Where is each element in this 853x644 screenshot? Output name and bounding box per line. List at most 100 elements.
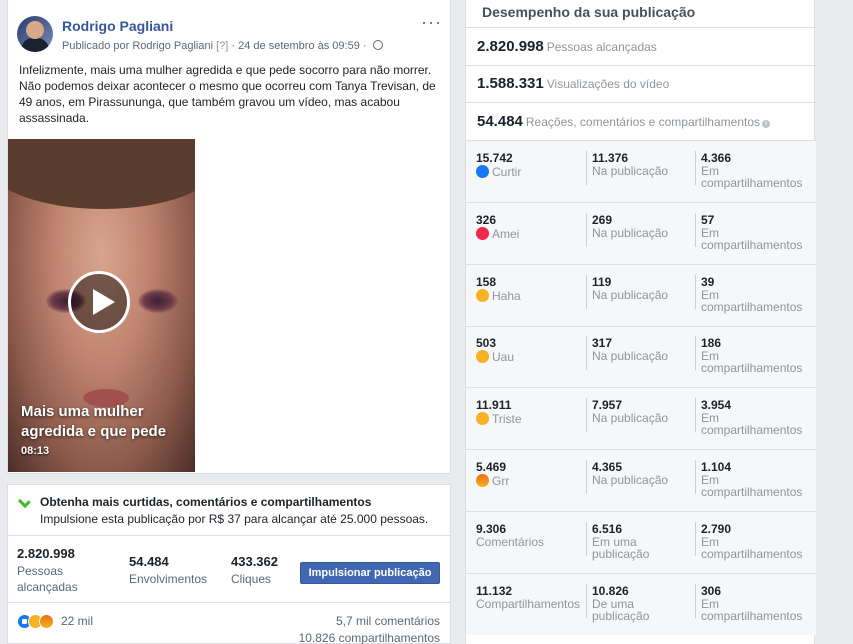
checkmark-icon [17,495,31,509]
reaction-name-row: Amei [476,226,581,241]
in-shares-label-2: compartilhamentos [701,361,803,376]
engagement-label: Reações, comentários e compartilhamentos [525,115,761,129]
video-player[interactable]: Mais uma mulher agredida e que pede 08:1… [8,139,195,472]
reaction-total: 503 [476,336,497,351]
views-label: Visualizações do vídeo [546,77,670,91]
in-shares-label-2: compartilhamentos [701,546,803,561]
reaction-total-cell: 15.742 Curtir [476,151,581,178]
reach-label: Pessoas alcançadas [546,40,657,54]
views-stat: 1.588.331 Visualizações do vídeo [477,75,669,92]
reaction-name-row: Compartilhamentos [476,598,581,610]
in-shares-label: Em [701,534,719,549]
reach-stat: 2.820.998 Pessoas alcançadas [477,38,657,55]
column-divider [695,583,696,618]
info-icon[interactable]: i [762,120,771,128]
divider [466,27,816,28]
divider [466,102,816,103]
in-shares-value: 1.104 [701,460,732,474]
on-post-cell: 10.826 De uma publicação [592,584,697,622]
post-text: Infelizmente, mais uma mulher agredida e… [19,63,436,125]
reaction-total: 15.742 [476,151,513,165]
column-divider [695,212,696,247]
promo-subtitle: Impulsione esta publicação por R$ 37 par… [40,512,429,526]
on-post-label: Na publicação [592,287,669,302]
reaction-name-row: Curtir [476,165,581,178]
reactions-breakdown: 15.742 Curtir 11.376 Na publicação 4.366 Em co… [466,141,816,635]
video-thumbnail-eye [138,289,178,313]
divider [466,65,816,66]
kpi-clicks-value: 433.362 [231,554,278,569]
reaction-total-cell: 503 Uau [476,336,581,365]
column-divider [695,336,696,371]
column-divider [695,151,696,185]
love-icon [476,226,489,240]
reaction-total: 5.469 [476,460,507,474]
boost-post-button[interactable]: Impulsionar publicação [300,562,440,584]
row-divider [466,325,816,327]
promo-title: Obtenha mais curtidas, comentários e com… [40,495,372,509]
on-post-label: Na publicação [592,411,669,426]
views-value: 1.588.331 [477,75,544,92]
reaction-total: 158 [476,274,497,289]
meta-help[interactable]: [?] [216,40,228,52]
comments-count[interactable]: 5,7 mil comentários [336,614,440,628]
angry-icon [39,614,54,629]
shares-count[interactable]: 10.826 compartilhamentos [299,631,440,644]
in-shares-label: Em [701,225,719,240]
on-post-cell: 119 Na publicação [592,275,697,301]
reaction-name: Triste [492,412,522,427]
on-post-value: 7.957 [592,398,623,413]
in-shares-cell: 39 Em compartilhamentos [701,275,806,313]
author-name[interactable]: Rodrigo Pagliani [62,18,173,34]
divider [7,602,451,603]
engagement-value: 54.484 [477,113,523,130]
on-post-label: Em uma [592,534,637,549]
on-post-cell: 4.365 Na publicação [592,460,697,486]
in-shares-label-2: compartilhamentos [701,299,803,314]
reaction-name: Compartilhamentos [476,596,581,611]
in-shares-value: 4.366 [701,151,732,165]
reaction-total: 11.911 [476,398,512,413]
reaction-name: Uau [492,350,515,365]
divider [7,535,451,536]
in-shares-cell: 1.104 Em compartilhamentos [701,460,806,498]
reaction-total-cell: 11.911 Triste [476,398,581,427]
column-divider [586,583,587,618]
reactions-count[interactable]: 22 mil [61,614,93,628]
post-meta: Publicado por Rodrigo Pagliani [?] · 24 … [62,40,383,52]
column-divider [586,336,587,371]
author-avatar[interactable] [17,16,53,52]
reaction-total: 11.132 [476,583,513,598]
reaction-name-row: Uau [476,350,581,365]
video-duration: 08:13 [21,445,50,457]
reaction-total-cell: 9.306 Comentários [476,522,581,548]
on-post-label-2: publicação [592,546,650,561]
reaction-name-row: Grr [476,474,581,487]
sad-icon [476,412,489,426]
in-shares-label-2: compartilhamentos [701,237,803,252]
on-post-value: 269 [592,212,613,227]
meta-date[interactable]: · 24 de setembro às 09:59 · [228,40,369,52]
column-divider [695,274,696,309]
reaction-name: Amei [492,226,520,241]
column-divider [695,521,696,556]
on-post-label: Na publicação [592,473,669,487]
column-divider [586,398,587,433]
on-post-label: Na publicação [592,225,669,240]
column-divider [586,151,587,185]
reaction-name-row: Triste [476,412,581,427]
column-divider [586,460,587,494]
on-post-cell: 269 Na publicação [592,213,697,239]
in-shares-label-2: compartilhamentos [701,485,803,499]
row-divider [466,511,816,512]
performance-panel: Desempenho da sua publicação 2.820.998 Pe… [465,0,816,644]
globe-icon [372,40,383,50]
more-options-icon[interactable]: ··· [421,12,442,33]
kpi-reach-label: Pessoas [17,564,64,578]
in-shares-cell: 4.366 Em compartilhamentos [701,151,806,189]
column-divider [695,398,696,433]
play-icon[interactable] [68,271,130,333]
in-shares-label-2: compartilhamentos [701,176,803,190]
column-divider [586,212,587,247]
reaction-total: 326 [476,212,497,227]
